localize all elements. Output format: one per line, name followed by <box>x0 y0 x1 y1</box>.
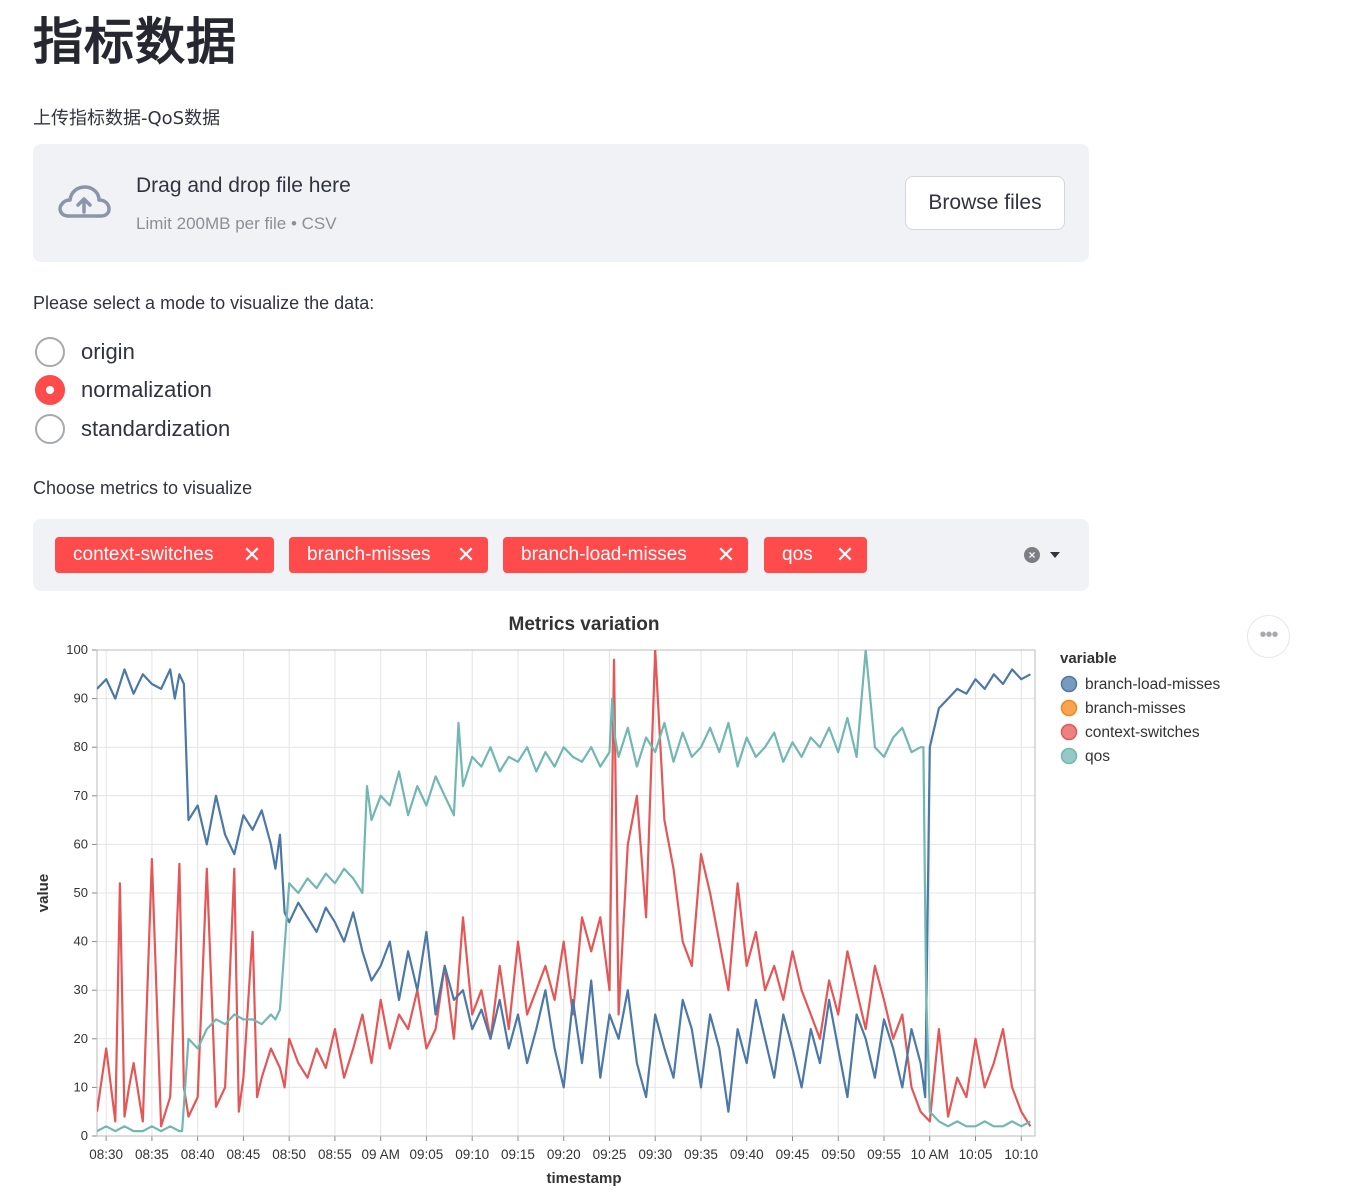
radio-label-origin: origin <box>81 339 135 364</box>
x-tick-label: 09:40 <box>730 1147 764 1162</box>
x-tick-label: 09:25 <box>593 1147 627 1162</box>
x-tick-label: 09 AM <box>362 1147 400 1162</box>
x-tick-label: 08:30 <box>89 1147 123 1162</box>
legend-swatch-qos <box>1060 747 1078 765</box>
legend-swatch-context-switches <box>1060 723 1078 741</box>
y-tick-label: 70 <box>74 788 88 803</box>
radio-button-origin[interactable] <box>35 337 65 367</box>
tag-remove-icon[interactable]: ✕ <box>456 544 476 566</box>
tag-remove-icon[interactable]: ✕ <box>242 544 262 566</box>
x-tick-label: 09:45 <box>776 1147 810 1162</box>
x-axis-label: timestamp <box>546 1170 621 1187</box>
tag-label: context-switches <box>73 544 214 565</box>
x-tick-label: 09:20 <box>547 1147 581 1162</box>
radio-button-normalization[interactable] <box>35 375 65 405</box>
tag-remove-icon[interactable]: ✕ <box>716 544 736 566</box>
file-dropzone[interactable]: Drag and drop file here Limit 200MB per … <box>33 144 1089 262</box>
x-tick-label: 08:35 <box>135 1147 169 1162</box>
page-title: 指标数据 <box>33 13 237 71</box>
x-tick-label: 09:10 <box>455 1147 489 1162</box>
radio-label-standardization: standardization <box>81 416 231 441</box>
x-tick-label: 09:35 <box>684 1147 718 1162</box>
radio-button-standardization[interactable] <box>35 414 65 444</box>
legend-label-context-switches: context-switches <box>1085 724 1200 741</box>
x-tick-label: 10:10 <box>1004 1147 1038 1162</box>
x-tick-label: 09:30 <box>638 1147 672 1162</box>
y-tick-label: 30 <box>74 982 88 997</box>
legend-label-branch-load-misses: branch-load-misses <box>1085 676 1220 693</box>
x-tick-label: 09:15 <box>501 1147 535 1162</box>
tag-qos: qos ✕ <box>764 537 867 573</box>
y-tick-label: 40 <box>74 934 88 949</box>
y-axis-label: value <box>35 874 52 912</box>
tag-branch-load-misses: branch-load-misses ✕ <box>503 537 748 573</box>
x-tick-label: 08:55 <box>318 1147 352 1162</box>
radio-option-origin[interactable]: origin <box>35 335 135 369</box>
tag-label: qos <box>782 544 813 565</box>
y-tick-label: 0 <box>81 1128 88 1143</box>
radio-label-normalization: normalization <box>81 377 212 402</box>
legend-swatch-branch-load-misses <box>1060 675 1078 693</box>
mode-label: Please select a mode to visualize the da… <box>33 293 375 313</box>
x-tick-label: 10 AM <box>911 1147 949 1162</box>
legend-swatch-branch-misses <box>1060 699 1078 717</box>
clear-all-icon[interactable]: × <box>1024 547 1040 563</box>
x-tick-label: 09:50 <box>821 1147 855 1162</box>
x-tick-label: 08:40 <box>181 1147 215 1162</box>
tag-remove-icon[interactable]: ✕ <box>835 544 855 566</box>
upload-label: 上传指标数据-QoS数据 <box>33 108 221 129</box>
legend-label-branch-misses: branch-misses <box>1085 700 1186 717</box>
browse-files-button[interactable]: Browse files <box>905 176 1065 230</box>
chevron-down-icon[interactable] <box>1050 552 1060 558</box>
x-tick-label: 09:55 <box>867 1147 901 1162</box>
y-tick-label: 20 <box>74 1031 88 1046</box>
metrics-multiselect[interactable]: context-switches ✕ branch-misses ✕ branc… <box>33 519 1089 591</box>
x-tick-label: 08:50 <box>272 1147 306 1162</box>
legend-title: variable <box>1060 650 1117 667</box>
x-tick-label: 09:05 <box>410 1147 444 1162</box>
dropzone-title: Drag and drop file here <box>136 174 351 197</box>
radio-option-standardization[interactable]: standardization <box>35 412 230 446</box>
metrics-chart: 0 10 20 30 40 50 60 70 80 90 100 08:30 08:35 08:40 08:… <box>35 614 1220 1187</box>
y-tick-label: 10 <box>74 1079 88 1094</box>
tag-label: branch-misses <box>307 544 431 565</box>
metrics-label: Choose metrics to visualize <box>33 478 253 498</box>
radio-option-normalization[interactable]: normalization <box>35 373 212 407</box>
legend-label-qos: qos <box>1085 748 1110 765</box>
tag-label: branch-load-misses <box>521 544 687 565</box>
y-tick-label: 50 <box>74 885 88 900</box>
tag-branch-misses: branch-misses ✕ <box>289 537 488 573</box>
dropzone-limit-text: Limit 200MB per file • CSV <box>136 214 337 233</box>
y-tick-label: 90 <box>74 691 88 706</box>
chart-title: Metrics variation <box>509 614 660 635</box>
y-tick-label: 100 <box>66 642 88 657</box>
x-tick-label: 08:45 <box>227 1147 261 1162</box>
tag-context-switches: context-switches ✕ <box>55 537 274 573</box>
x-tick-label: 10:05 <box>959 1147 993 1162</box>
more-options-button[interactable]: ••• <box>1247 615 1290 658</box>
y-tick-label: 60 <box>74 836 88 851</box>
cloud-upload-icon <box>58 185 111 218</box>
y-tick-label: 80 <box>74 739 88 754</box>
